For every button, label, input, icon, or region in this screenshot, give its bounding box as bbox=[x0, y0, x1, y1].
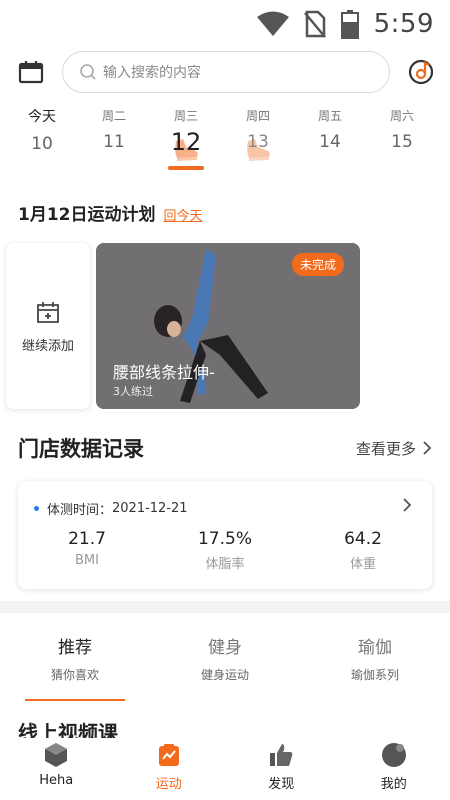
user-icon bbox=[381, 743, 406, 767]
day-item[interactable]: 周五 14 bbox=[294, 106, 366, 172]
nav-label: 发现 bbox=[268, 777, 295, 792]
search-placeholder: 输入搜索的内容 bbox=[103, 65, 201, 81]
tab-yoga[interactable]: 瑜伽 瑜伽系列 bbox=[300, 633, 450, 707]
day-number: 12 bbox=[170, 128, 202, 156]
hexagon-icon bbox=[45, 743, 68, 767]
day-number: 13 bbox=[247, 132, 269, 152]
bottom-nav: Heha 运动 发现 我的 bbox=[0, 738, 450, 800]
tab-subtitle: 猜你喜欢 bbox=[50, 668, 99, 682]
day-name: 周六 bbox=[389, 109, 414, 123]
back-today-link[interactable]: 回今天 bbox=[164, 205, 203, 224]
view-more-link[interactable]: 查看更多 bbox=[356, 438, 432, 459]
add-plan-card[interactable]: 继续添加 bbox=[6, 243, 90, 409]
day-item-selected[interactable]: 周三 12 bbox=[150, 106, 222, 172]
wifi-icon bbox=[256, 11, 289, 36]
body-test-date-label: 体测时间： bbox=[47, 503, 113, 518]
week-strip: 今天 10 周二 11 周三 12 周四 13 周五 14 周六 15 bbox=[0, 106, 450, 172]
top-bar: 输入搜索的内容 bbox=[0, 48, 450, 96]
active-tab-indicator bbox=[25, 699, 125, 701]
course-title: 腰部线条拉伸- bbox=[113, 363, 215, 382]
nav-sport[interactable]: 运动 bbox=[113, 738, 226, 800]
metrics-row: 21.7 BMI 17.5% 体脂率 64.2 体重 bbox=[18, 529, 432, 572]
metric-bmi: 21.7 BMI bbox=[18, 529, 156, 572]
course-practiced-count: 3人练过 bbox=[113, 385, 153, 398]
metric-value: 17.5% bbox=[197, 529, 252, 549]
tab-title: 推荐 bbox=[58, 638, 92, 658]
battery-icon bbox=[340, 10, 359, 39]
metric-weight: 64.2 体重 bbox=[294, 529, 432, 572]
status-time: 5:59 bbox=[373, 9, 434, 39]
thumb-up-icon bbox=[270, 744, 293, 766]
body-test-date-row: 体测时间： 2021-12-21 bbox=[34, 499, 188, 518]
chevron-right-icon bbox=[423, 441, 432, 455]
store-data-header: 门店数据记录 查看更多 bbox=[0, 433, 450, 463]
tab-subtitle: 健身运动 bbox=[200, 668, 249, 682]
day-item[interactable]: 周二 11 bbox=[78, 106, 150, 172]
nav-label: Heha bbox=[39, 773, 74, 788]
day-item[interactable]: 今天 10 bbox=[6, 106, 78, 172]
day-item[interactable]: 周六 15 bbox=[366, 106, 438, 172]
day-number: 11 bbox=[103, 132, 125, 152]
day-number: 15 bbox=[391, 132, 413, 152]
bullet-dot bbox=[34, 506, 39, 511]
metric-value: 21.7 bbox=[68, 529, 106, 549]
tab-recommend[interactable]: 推荐 猜你喜欢 bbox=[0, 633, 150, 707]
day-number: 14 bbox=[319, 132, 341, 152]
tab-fitness[interactable]: 健身 健身运动 bbox=[150, 633, 300, 707]
nav-discover[interactable]: 发现 bbox=[225, 738, 338, 800]
body-test-card[interactable]: 体测时间： 2021-12-21 21.7 BMI 17.5% 体脂率 64.2… bbox=[18, 481, 432, 589]
metric-label: 体重 bbox=[349, 557, 376, 572]
tab-title: 瑜伽 bbox=[358, 638, 392, 658]
day-number: 10 bbox=[31, 134, 53, 154]
nav-heha[interactable]: Heha bbox=[0, 738, 113, 800]
body-test-date: 2021-12-21 bbox=[112, 501, 188, 516]
add-plan-label: 继续添加 bbox=[21, 338, 74, 354]
nav-mine[interactable]: 我的 bbox=[338, 738, 450, 800]
day-name: 周三 bbox=[173, 109, 198, 123]
no-sim-icon bbox=[303, 10, 326, 38]
sport-icon bbox=[158, 744, 179, 766]
day-name: 周四 bbox=[245, 109, 270, 123]
search-input[interactable]: 输入搜索的内容 bbox=[62, 51, 390, 93]
metric-label: 体脂率 bbox=[205, 557, 245, 572]
chevron-right-icon[interactable] bbox=[402, 497, 412, 513]
status-badge: 未完成 bbox=[291, 253, 344, 276]
nav-label: 我的 bbox=[380, 777, 407, 792]
selected-day-indicator bbox=[168, 166, 204, 170]
music-icon[interactable] bbox=[408, 59, 434, 85]
status-bar: 5:59 bbox=[0, 0, 450, 48]
calendar-add-icon bbox=[37, 301, 59, 323]
course-card[interactable]: 未完成 腰部线条拉伸- 3人练过 bbox=[96, 243, 360, 409]
metric-body-fat: 17.5% 体脂率 bbox=[156, 529, 294, 572]
calendar-icon[interactable] bbox=[18, 59, 44, 85]
plan-header: 1月12日运动计划 回今天 bbox=[0, 200, 450, 225]
day-item[interactable]: 周四 13 bbox=[222, 106, 294, 172]
metric-value: 64.2 bbox=[344, 529, 382, 549]
category-tabs: 推荐 猜你喜欢 健身 健身运动 瑜伽 瑜伽系列 bbox=[0, 613, 450, 707]
nav-label: 运动 bbox=[155, 777, 182, 792]
tab-title: 健身 bbox=[208, 638, 242, 658]
day-name: 周五 bbox=[317, 109, 342, 123]
day-name: 周二 bbox=[101, 109, 126, 123]
section-divider bbox=[0, 601, 450, 613]
section-title: 门店数据记录 bbox=[18, 437, 144, 461]
search-icon bbox=[80, 64, 96, 80]
day-name: 今天 bbox=[28, 109, 56, 125]
tab-subtitle: 瑜伽系列 bbox=[350, 668, 399, 682]
metric-label: BMI bbox=[75, 553, 99, 568]
plan-title: 1月12日运动计划 bbox=[18, 205, 156, 225]
plan-cards: 继续添加 未完成 腰部线条拉伸- 3人练过 bbox=[0, 243, 450, 409]
view-more-label: 查看更多 bbox=[355, 439, 416, 458]
